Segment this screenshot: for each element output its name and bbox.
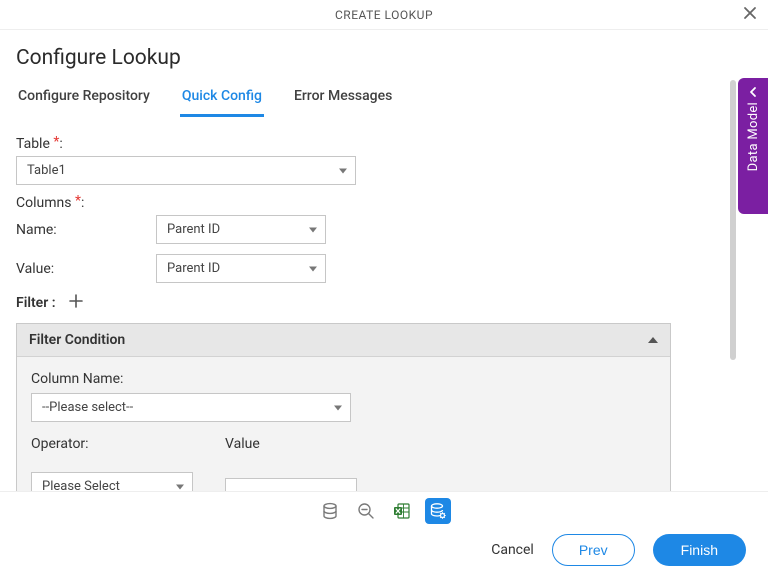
tab-configure-repository[interactable]: Configure Repository bbox=[16, 82, 152, 117]
filter-heading-row: Filter : bbox=[16, 293, 752, 313]
prev-button[interactable]: Prev bbox=[552, 534, 635, 566]
name-row: Name: Parent ID bbox=[16, 215, 752, 244]
columns-label: Columns *: bbox=[16, 195, 752, 211]
footer-buttons: Cancel Prev Finish bbox=[0, 524, 768, 566]
chevron-down-icon bbox=[339, 168, 347, 173]
chevron-down-icon bbox=[309, 227, 317, 232]
tab-bar: Configure Repository Quick Config Error … bbox=[16, 82, 752, 118]
add-filter-icon[interactable] bbox=[68, 293, 84, 313]
data-model-side-tab[interactable]: Data Model bbox=[738, 78, 768, 214]
column-name-label: Column Name: bbox=[31, 371, 656, 387]
filter-value-input[interactable] bbox=[225, 478, 357, 491]
name-select-value: Parent ID bbox=[167, 222, 220, 237]
operator-label: Operator: bbox=[31, 436, 193, 452]
filter-value-label: Value bbox=[225, 436, 357, 452]
footer: Cancel Prev Finish bbox=[0, 491, 768, 573]
finish-button[interactable]: Finish bbox=[653, 534, 746, 566]
name-label: Name: bbox=[16, 222, 156, 238]
required-icon: * bbox=[53, 134, 59, 150]
chevron-down-icon bbox=[176, 484, 184, 489]
filter-condition-body: Column Name: --Please select-- Operator:… bbox=[17, 357, 670, 491]
chevron-down-icon bbox=[309, 266, 317, 271]
page-title: Configure Lookup bbox=[16, 46, 752, 70]
value-select-value: Parent ID bbox=[167, 261, 220, 276]
close-icon[interactable] bbox=[742, 5, 758, 25]
chevron-left-icon bbox=[747, 86, 759, 98]
operator-value: Please Select bbox=[42, 479, 120, 491]
chevron-down-icon bbox=[334, 405, 342, 410]
table-select-value: Table1 bbox=[27, 163, 66, 178]
column-name-value: --Please select-- bbox=[42, 400, 133, 415]
tab-quick-config[interactable]: Quick Config bbox=[180, 82, 264, 117]
name-select[interactable]: Parent ID bbox=[156, 215, 326, 244]
value-row: Value: Parent ID bbox=[16, 254, 752, 283]
operator-column: Operator: Please Select bbox=[31, 436, 193, 491]
footer-icon-bar bbox=[0, 492, 768, 524]
zoom-out-icon[interactable] bbox=[353, 498, 379, 524]
scrollbar[interactable] bbox=[730, 80, 736, 360]
data-model-label: Data Model bbox=[746, 102, 761, 171]
filter-heading: Filter : bbox=[16, 295, 56, 311]
titlebar: CREATE LOOKUP bbox=[0, 0, 768, 30]
dialog-title: CREATE LOOKUP bbox=[335, 8, 433, 22]
filter-condition-title: Filter Condition bbox=[29, 332, 125, 348]
operator-select[interactable]: Please Select bbox=[31, 472, 193, 491]
value-label: Value: bbox=[16, 261, 156, 277]
cancel-button[interactable]: Cancel bbox=[491, 542, 534, 558]
excel-icon[interactable] bbox=[389, 498, 415, 524]
table-select[interactable]: Table1 bbox=[16, 156, 356, 185]
tab-error-messages[interactable]: Error Messages bbox=[292, 82, 394, 117]
column-name-select[interactable]: --Please select-- bbox=[31, 393, 351, 422]
filter-condition-header[interactable]: Filter Condition bbox=[17, 324, 670, 357]
value-column: Value bbox=[225, 436, 357, 491]
collapse-icon bbox=[648, 337, 658, 343]
value-select[interactable]: Parent ID bbox=[156, 254, 326, 283]
database-settings-icon[interactable] bbox=[425, 498, 451, 524]
table-label: Table *: bbox=[16, 136, 752, 152]
content-area: Configure Lookup Configure Repository Qu… bbox=[0, 30, 768, 491]
database-icon[interactable] bbox=[317, 498, 343, 524]
filter-condition-panel: Filter Condition Column Name: --Please s… bbox=[16, 323, 671, 491]
required-icon: * bbox=[75, 193, 81, 209]
